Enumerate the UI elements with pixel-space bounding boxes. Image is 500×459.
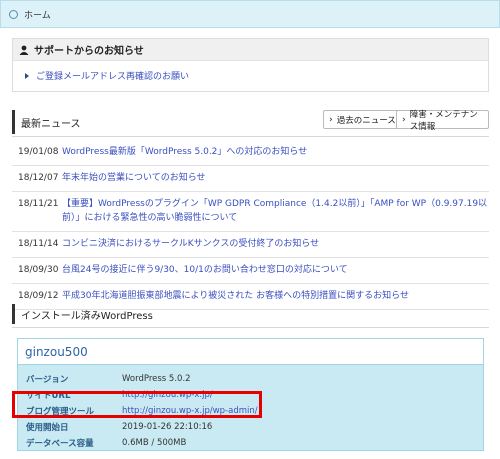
- site-info-row: データベース容量 0.6MB / 500MB: [18, 435, 483, 451]
- installed-wordpress-divider: [12, 327, 489, 328]
- triangle-right-icon: [25, 72, 29, 79]
- news-divider: [12, 136, 489, 137]
- support-notice-panel: サポートからのお知らせ ご登録メールアドレス再確認のお願い: [12, 38, 489, 92]
- news-link[interactable]: 年末年始の営業についてのお知らせ: [62, 171, 206, 185]
- news-item: 18/12/07 年末年始の営業についてのお知らせ: [12, 166, 489, 192]
- news-item: 18/11/21 【重要】WordPressのプラグイン「WP GDPR Com…: [12, 192, 489, 232]
- news-date: 18/11/14: [18, 239, 59, 249]
- news-link[interactable]: コンビニ決済におけるサークルKサンクスの受付終了のお知らせ: [62, 237, 319, 251]
- site-info-value: WordPress 5.0.2: [122, 374, 191, 384]
- news-link[interactable]: WordPress最新版「WordPress 5.0.2」への対応のお知らせ: [62, 145, 307, 159]
- support-notice-item[interactable]: ご登録メールアドレス再確認のお願い: [13, 61, 488, 82]
- breadcrumb: ホーム: [0, 0, 500, 28]
- news-section-title: 最新ニュース: [21, 118, 81, 130]
- site-info-key: 使用開始日: [26, 423, 69, 433]
- chevron-right-icon: ›: [402, 114, 406, 125]
- site-info-value: 2019-01-26 22:10:16: [122, 422, 213, 432]
- news-item: 18/09/30 台風24号の接近に伴う9/30、10/1のお問い合わせ窓口の対…: [12, 258, 489, 284]
- news-date: 18/09/12: [18, 291, 59, 301]
- maintenance-info-button[interactable]: › 障害・メンテナンス情報: [396, 109, 489, 132]
- news-date: 19/01/08: [18, 147, 59, 157]
- site-info-row: バージョン WordPress 5.0.2: [18, 371, 483, 387]
- news-date: 18/12/07: [18, 173, 59, 183]
- past-news-button-label: 過去のニュース: [336, 115, 396, 126]
- news-item: 18/11/14 コンビニ決済におけるサークルKサンクスの受付終了のお知らせ: [12, 232, 489, 258]
- site-info-value: 0.6MB / 500MB: [122, 438, 187, 448]
- installed-wordpress-title: インストール済みWordPress: [21, 310, 153, 322]
- news-date: 18/11/21: [18, 199, 59, 209]
- home-circle-icon: [9, 9, 18, 19]
- support-notice-header: サポートからのお知らせ: [13, 39, 488, 61]
- site-name[interactable]: ginzou500: [25, 345, 88, 359]
- news-link[interactable]: 【重要】WordPressのプラグイン「WP GDPR Compliance（1…: [62, 197, 489, 225]
- site-info-key: データベース容量: [26, 439, 94, 449]
- maintenance-info-button-label: 障害・メンテナンス情報: [409, 109, 478, 132]
- news-link[interactable]: 台風24号の接近に伴う9/30、10/1のお問い合わせ窓口の対応について: [62, 263, 348, 277]
- highlight-box: [12, 391, 262, 418]
- support-notice-link[interactable]: ご登録メールアドレス再確認のお願い: [36, 69, 189, 82]
- home-link[interactable]: ホーム: [24, 8, 51, 21]
- site-info-row: 使用開始日 2019-01-26 22:10:16: [18, 419, 483, 435]
- chevron-right-icon: ›: [329, 114, 333, 125]
- site-info-key: バージョン: [26, 375, 69, 385]
- news-item: 19/01/08 WordPress最新版「WordPress 5.0.2」への…: [12, 140, 489, 166]
- news-list: 19/01/08 WordPress最新版「WordPress 5.0.2」への…: [12, 140, 489, 310]
- support-notice-title: サポートからのお知らせ: [34, 46, 144, 57]
- site-name-bar: ginzou500: [18, 339, 483, 365]
- person-icon: [19, 45, 29, 55]
- installed-wordpress-header: インストール済みWordPress: [12, 304, 489, 324]
- news-section-header: 最新ニュース › 過去のニュース › 障害・メンテナンス情報: [12, 110, 489, 134]
- news-link[interactable]: 平成30年北海道胆振東部地震により被災された お客様への特別措置に関するお知らせ: [62, 289, 409, 303]
- past-news-button[interactable]: › 過去のニュース: [323, 110, 403, 129]
- news-date: 18/09/30: [18, 265, 59, 275]
